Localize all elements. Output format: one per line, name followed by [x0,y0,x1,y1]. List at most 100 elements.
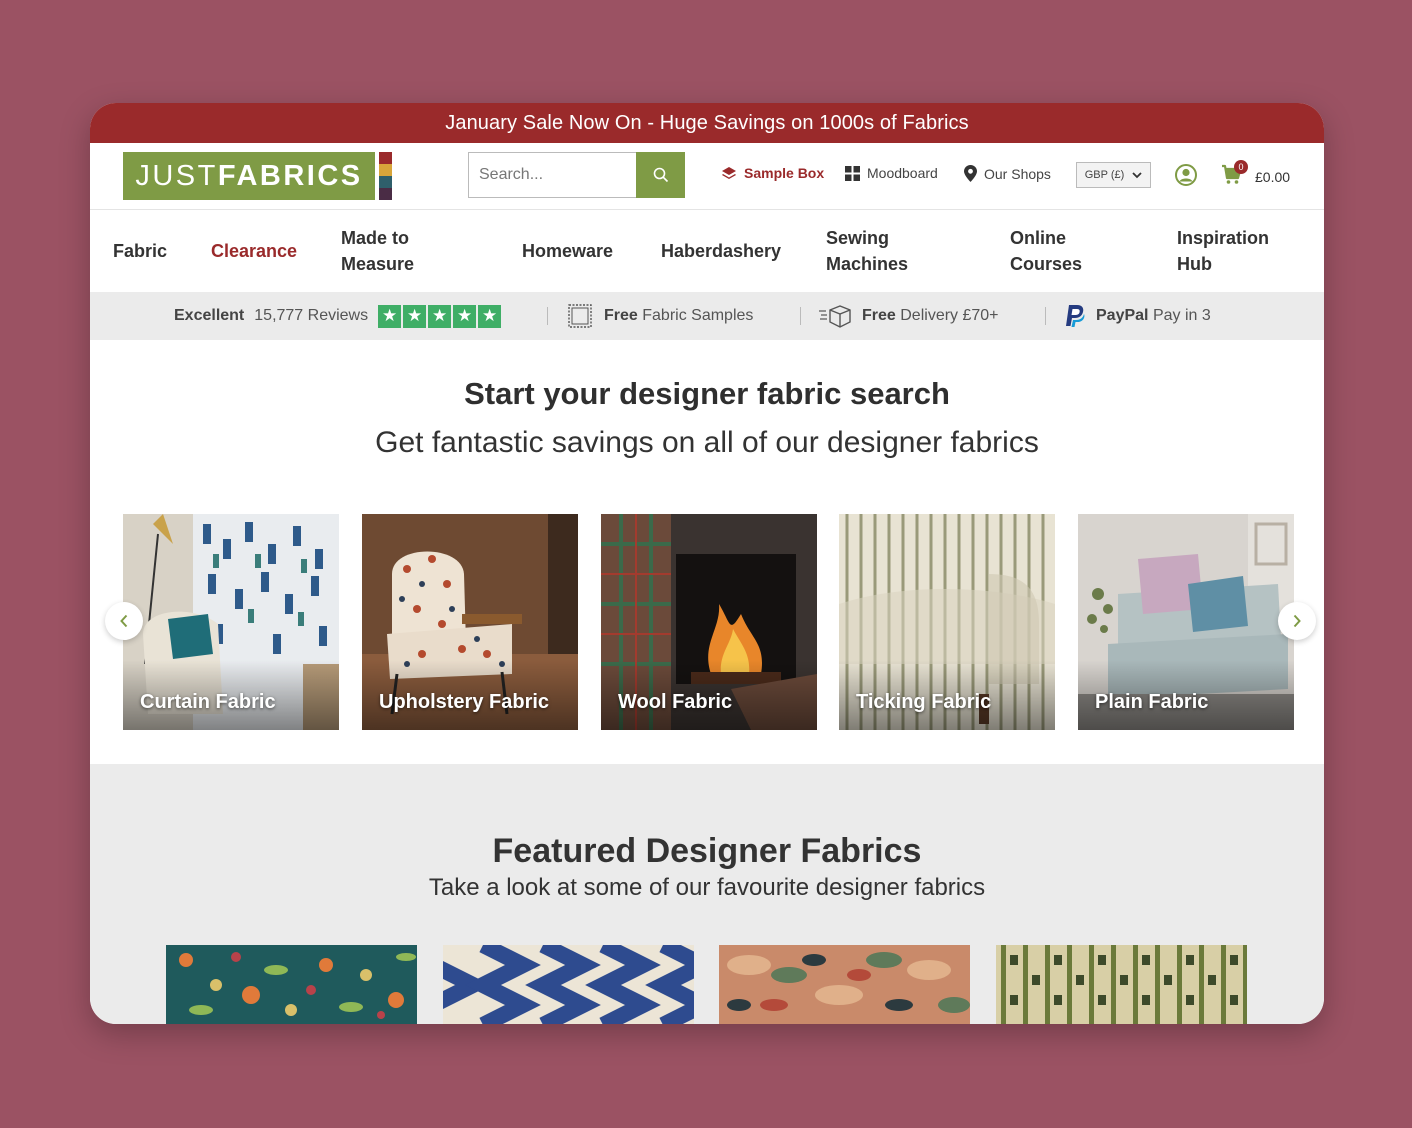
samples-bold: Free [604,307,638,324]
nav-label: Clearance [211,241,298,261]
chevron-right-icon [1293,614,1301,628]
tile-label: Curtain Fabric [140,691,276,713]
free-delivery-info[interactable]: Free Delivery £70+ [818,292,999,340]
layers-icon [722,167,736,179]
nav-item-sewing-machines[interactable]: Sewing Machines [826,225,908,277]
sample-box-link[interactable]: Sample Box [721,165,824,181]
tile-label: Plain Fabric [1095,691,1209,713]
account-icon[interactable] [1175,164,1197,186]
nav-item-haberdashery[interactable]: Haberdashery [661,238,781,264]
nav-label-line2: Measure [341,254,415,274]
nav-item-clearance[interactable]: Clearance [211,238,297,264]
hero-title: Start your designer fabric search [464,376,950,411]
chevron-down-icon [1132,171,1142,178]
currency-value: GBP (£) [1084,169,1125,181]
promo-banner[interactable]: January Sale Now On - Huge Savings on 10… [90,103,1324,143]
paypal-info[interactable]: PayPal Pay in 3 [1064,292,1211,340]
category-tile-plain[interactable]: Plain Fabric [1078,514,1294,730]
nav-label-line1: Online [1010,228,1067,248]
paypal-bold: PayPal [1096,307,1149,324]
nav-item-homeware[interactable]: Homeware [522,238,613,264]
carousel-next-button[interactable] [1278,602,1316,640]
star-icon: ★ [378,304,402,328]
fabric-swatch-image [996,945,1247,1024]
sample-box-label: Sample Box [744,165,825,181]
nav-item-online-courses[interactable]: Online Courses [1010,225,1082,277]
browser-window: January Sale Now On - Huge Savings on 10… [90,103,1324,1024]
promo-text: January Sale Now On - Huge Savings on 10… [445,111,969,134]
featured-fabric-card[interactable] [719,945,970,1024]
search-bar [468,152,685,198]
cart-total[interactable]: £0.00 [1255,169,1290,185]
nav-label-line2: Hub [1177,254,1212,274]
fabric-swatch-image [443,945,694,1024]
site-header: JUSTFABRICS Sample Box [90,143,1324,210]
currency-select[interactable]: GBP (£) [1076,162,1151,188]
free-samples-info[interactable]: Free Fabric Samples [566,292,753,340]
search-icon [653,167,668,183]
main-nav: Fabric Clearance Made to Measure Homewar… [90,210,1324,292]
tile-label: Upholstery Fabric [379,691,550,713]
our-shops-link[interactable]: Our Shops [964,165,1051,182]
featured-section: Featured Designer Fabrics Take a look at… [90,764,1324,1024]
rating-label: Excellent [174,307,245,324]
nav-item-fabric[interactable]: Fabric [113,238,167,264]
paypal-text: Pay in 3 [1152,307,1211,324]
divider [547,307,548,325]
carousel-prev-button[interactable] [105,602,143,640]
search-input[interactable] [468,152,636,198]
logo[interactable]: JUST FABRICS [123,152,392,200]
divider [1045,307,1046,325]
moodboard-label: Moodboard [867,165,938,181]
parcel-icon [819,305,851,328]
delivery-bold: Free [862,307,896,324]
category-tile-wool[interactable]: Wool Fabric [601,514,817,730]
cart-count-badge: 0 [1234,160,1248,174]
nav-label-line1: Inspiration [1177,228,1270,248]
featured-fabric-card[interactable] [166,945,417,1024]
featured-fabric-card[interactable] [443,945,694,1024]
review-count: 15,777 Reviews [254,307,369,324]
category-tile-ticking[interactable]: Ticking Fabric [839,514,1055,730]
star-icon: ★ [453,304,477,328]
logo-part-just: JUST [135,159,218,192]
nav-label: Homeware [522,241,614,261]
moodboard-link[interactable]: Moodboard [845,165,938,181]
trustpilot-rating[interactable]: Excellent 15,777 Reviews ★ ★ ★ ★ ★ [174,292,502,340]
star-rating: ★ ★ ★ ★ ★ [378,304,502,328]
fabric-swatch-icon [568,304,592,328]
search-button[interactable] [636,152,685,198]
category-tile-upholstery[interactable]: Upholstery Fabric [362,514,578,730]
category-tile-curtain[interactable]: Curtain Fabric [123,514,339,730]
trust-bar: Excellent 15,777 Reviews ★ ★ ★ ★ ★ Free … [90,292,1324,340]
nav-item-made-to-measure[interactable]: Made to Measure [341,225,414,277]
nav-item-inspiration-hub[interactable]: Inspiration Hub [1177,225,1269,277]
grid-icon [845,165,860,181]
divider [800,307,801,325]
nav-label-line2: Courses [1010,254,1083,274]
nav-label: Haberdashery [661,241,782,261]
star-icon: ★ [403,304,427,328]
fabric-swatch-image [166,945,417,1024]
chevron-left-icon [120,614,128,628]
map-pin-icon [964,165,977,182]
logo-wordmark: JUST FABRICS [123,152,375,200]
nav-label-line1: Made to [341,228,410,248]
tile-label: Wool Fabric [618,691,733,713]
our-shops-label: Our Shops [984,165,1051,182]
star-icon: ★ [428,304,452,328]
fabric-swatch-image [719,945,970,1024]
nav-label-line2: Machines [826,254,909,274]
featured-fabric-card[interactable] [996,945,1247,1024]
nav-label: Fabric [113,241,168,261]
delivery-text: Delivery £70+ [900,307,999,324]
tile-label: Ticking Fabric [856,691,992,713]
featured-title: Featured Designer Fabrics [492,832,922,870]
logo-part-fabrics: FABRICS [217,159,363,192]
star-icon: ★ [478,304,502,328]
samples-text: Fabric Samples [642,307,754,324]
logo-stripes [379,152,392,200]
hero-subtitle: Get fantastic savings on all of our desi… [375,426,1039,459]
featured-subtitle: Take a look at some of our favourite des… [428,874,986,901]
paypal-icon [1066,305,1085,327]
